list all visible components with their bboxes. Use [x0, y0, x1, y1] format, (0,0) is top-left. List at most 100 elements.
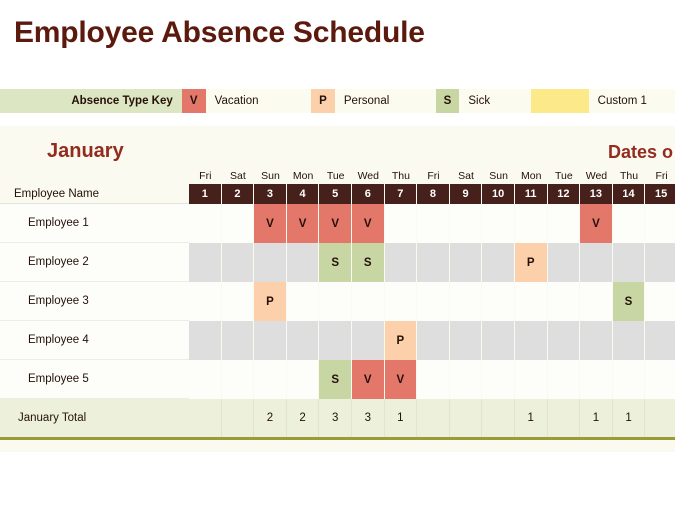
weekday-header-cell: Sun	[482, 168, 515, 184]
absence-cell-empty[interactable]	[254, 360, 287, 399]
date-header-cell[interactable]: 11	[514, 184, 548, 204]
date-header-cell[interactable]: 2	[221, 184, 255, 204]
absence-cell-empty[interactable]	[189, 282, 222, 321]
absence-cell-empty[interactable]	[221, 243, 255, 282]
absence-cell-empty[interactable]	[547, 360, 581, 399]
absence-cell-S[interactable]: S	[351, 243, 385, 282]
absence-cell-empty[interactable]	[547, 321, 581, 360]
absence-cell-empty[interactable]	[449, 282, 483, 321]
absence-cell-empty[interactable]	[384, 243, 418, 282]
date-header-cell[interactable]: 3	[254, 184, 287, 204]
monthly-total-cell: 1	[384, 399, 418, 437]
absence-cell-S[interactable]: S	[612, 282, 646, 321]
absence-cell-empty[interactable]	[514, 321, 548, 360]
absence-cell-empty[interactable]	[482, 243, 515, 282]
date-header-cell[interactable]: 14	[612, 184, 646, 204]
date-header-cell[interactable]: 5	[319, 184, 352, 204]
absence-cell-empty[interactable]	[612, 243, 646, 282]
absence-cell-P[interactable]: P	[514, 243, 548, 282]
absence-cell-empty[interactable]	[221, 282, 255, 321]
schedule-sheet: January Dates o Fri Sat Sun Mon Tue Wed Thu Fri…	[0, 126, 675, 452]
dates-of-heading: Dates o	[608, 142, 674, 162]
date-header-cell[interactable]: 8	[417, 184, 450, 204]
absence-cell-S[interactable]: S	[319, 360, 352, 399]
absence-cell-empty[interactable]	[286, 282, 320, 321]
date-header-cell[interactable]: 9	[449, 184, 483, 204]
absence-cell-empty[interactable]	[547, 204, 581, 243]
employee-name-cell: Employee 1	[0, 204, 189, 243]
absence-cell-P[interactable]: P	[254, 282, 287, 321]
date-header-cell[interactable]: 15	[645, 184, 675, 204]
absence-cell-V[interactable]: V	[351, 204, 385, 243]
absence-cell-empty[interactable]	[254, 243, 287, 282]
absence-cell-empty[interactable]	[286, 360, 320, 399]
absence-cell-empty[interactable]	[580, 321, 613, 360]
absence-cell-empty[interactable]	[417, 321, 450, 360]
monthly-total-label: January Total	[0, 399, 189, 437]
weekday-header-cell: Sat	[221, 168, 255, 184]
absence-cell-empty[interactable]	[351, 282, 385, 321]
absence-cell-empty[interactable]	[384, 282, 418, 321]
absence-cell-empty[interactable]	[449, 204, 483, 243]
absence-cell-empty[interactable]	[319, 282, 352, 321]
absence-cell-empty[interactable]	[645, 360, 675, 399]
absence-cell-empty[interactable]	[286, 243, 320, 282]
absence-cell-empty[interactable]	[482, 204, 515, 243]
absence-cell-empty[interactable]	[612, 204, 646, 243]
absence-cell-empty[interactable]	[547, 282, 581, 321]
absence-cell-V[interactable]: V	[319, 204, 352, 243]
absence-cell-empty[interactable]	[189, 321, 222, 360]
absence-cell-empty[interactable]	[449, 243, 483, 282]
absence-cell-V[interactable]: V	[384, 360, 418, 399]
monthly-total-cell	[482, 399, 515, 437]
absence-cell-empty[interactable]	[254, 321, 287, 360]
absence-cell-empty[interactable]	[482, 282, 515, 321]
absence-cell-empty[interactable]	[351, 321, 385, 360]
absence-cell-empty[interactable]	[645, 204, 675, 243]
absence-cell-empty[interactable]	[417, 243, 450, 282]
absence-cell-empty[interactable]	[449, 321, 483, 360]
absence-cell-empty[interactable]	[221, 204, 255, 243]
absence-cell-empty[interactable]	[482, 321, 515, 360]
absence-cell-empty[interactable]	[189, 243, 222, 282]
absence-cell-empty[interactable]	[319, 321, 352, 360]
date-header-cell[interactable]: 6	[351, 184, 385, 204]
absence-cell-empty[interactable]	[221, 321, 255, 360]
absence-cell-V[interactable]: V	[254, 204, 287, 243]
absence-cell-P[interactable]: P	[384, 321, 418, 360]
date-header-cell[interactable]: 1	[189, 184, 222, 204]
absence-cell-empty[interactable]	[514, 282, 548, 321]
absence-cell-empty[interactable]	[417, 204, 450, 243]
absence-cell-empty[interactable]	[612, 360, 646, 399]
absence-cell-empty[interactable]	[189, 204, 222, 243]
monthly-total-cell: 1	[514, 399, 548, 437]
absence-cell-empty[interactable]	[645, 243, 675, 282]
absence-cell-empty[interactable]	[547, 243, 581, 282]
absence-cell-empty[interactable]	[449, 360, 483, 399]
absence-cell-empty[interactable]	[580, 243, 613, 282]
absence-cell-empty[interactable]	[645, 321, 675, 360]
absence-cell-empty[interactable]	[580, 360, 613, 399]
date-header-cell[interactable]: 7	[384, 184, 418, 204]
absence-cell-empty[interactable]	[482, 360, 515, 399]
date-header-cell[interactable]: 10	[482, 184, 515, 204]
absence-cell-V[interactable]: V	[351, 360, 385, 399]
weekday-header-cell: Mon	[514, 168, 548, 184]
date-header-cell[interactable]: 4	[286, 184, 320, 204]
absence-cell-empty[interactable]	[514, 204, 548, 243]
absence-cell-empty[interactable]	[612, 321, 646, 360]
absence-cell-V[interactable]: V	[286, 204, 320, 243]
absence-cell-empty[interactable]	[417, 282, 450, 321]
absence-cell-empty[interactable]	[384, 204, 418, 243]
absence-cell-empty[interactable]	[417, 360, 450, 399]
absence-cell-empty[interactable]	[580, 282, 613, 321]
date-header-cell[interactable]: 12	[547, 184, 581, 204]
absence-cell-empty[interactable]	[189, 360, 222, 399]
absence-cell-empty[interactable]	[221, 360, 255, 399]
absence-cell-empty[interactable]	[286, 321, 320, 360]
absence-cell-S[interactable]: S	[319, 243, 352, 282]
absence-cell-empty[interactable]	[514, 360, 548, 399]
absence-cell-V[interactable]: V	[580, 204, 613, 243]
absence-cell-empty[interactable]	[645, 282, 675, 321]
date-header-cell[interactable]: 13	[580, 184, 613, 204]
